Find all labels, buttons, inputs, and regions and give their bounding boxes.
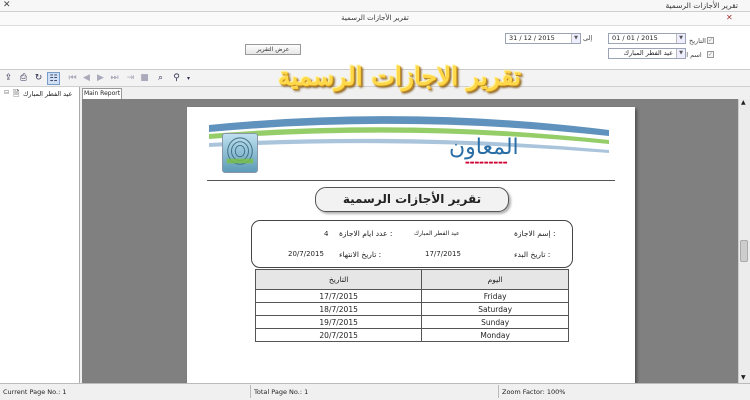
holiday-name-value: عيد الفطر المبارك [414, 230, 460, 237]
zoom-factor-status: Zoom Factor: 100% [502, 388, 566, 396]
current-page-status: Current Page No.: 1 [3, 388, 67, 396]
holiday-info-box: إسم الاجازة : عيد الفطر المبارك عدد ايام… [251, 220, 573, 268]
header-divider [207, 180, 615, 181]
window-titlebar: ✕ تقرير الأجازات الرسمية [0, 0, 750, 12]
report-subtitle-bar: تقرير الأجازات الرسمية ✕ [0, 12, 750, 26]
window-title: تقرير الأجازات الرسمية [665, 1, 738, 10]
cell-day: Monday [421, 328, 569, 342]
last-page-icon[interactable]: ⏭ [108, 72, 121, 85]
show-report-button[interactable]: عرض التقرير [245, 44, 301, 55]
table-row: 18/7/2015 Saturday [254, 302, 569, 316]
holiday-name-select[interactable]: عيد الفطر المبارك ▼ [608, 48, 686, 59]
stop-icon[interactable]: ■ [138, 72, 151, 85]
first-page-icon[interactable]: ⏮ [66, 72, 79, 85]
refresh-icon[interactable]: ↻ [32, 72, 45, 85]
prev-page-icon[interactable]: ◀ [80, 72, 93, 85]
to-label: إلى [583, 34, 593, 42]
date-checkbox[interactable]: ✓ [707, 37, 714, 44]
start-date-label: تاريخ البدء : [514, 250, 551, 259]
report-page: المعاون ▬▬▬▬▬▬▬▬▬ تقرير الأجازات الرسمية… [187, 107, 635, 383]
column-header-date: التاريخ [254, 269, 423, 290]
search-icon[interactable]: ⌕ [154, 72, 167, 85]
header-swoosh [209, 116, 609, 153]
tree-item-holiday[interactable]: عيد الفطر المبارك [23, 90, 72, 98]
dropdown-icon[interactable]: ▾ [182, 72, 195, 85]
close-icon[interactable]: ✕ [726, 13, 733, 22]
date-label: التاريخ [689, 37, 706, 45]
status-separator [250, 385, 251, 398]
end-date-value: 20/7/2015 [288, 250, 324, 258]
to-date-field[interactable]: 31 / 12 / 2015 ▼ [505, 33, 581, 44]
days-count-label: عدد ايام الاجازة : [339, 229, 393, 238]
calendar-icon[interactable]: ▼ [571, 34, 580, 43]
table-row: 17/7/2015 Friday [254, 289, 569, 303]
report-subtitle: تقرير الأجازات الرسمية [341, 14, 409, 22]
report-title: تقرير الأجازات الرسمية [315, 187, 509, 212]
days-count-value: 4 [324, 230, 329, 238]
goto-icon[interactable]: ⇥ [124, 72, 137, 85]
scroll-up-icon[interactable]: ▲ [741, 99, 746, 106]
holiday-name-checkbox[interactable]: ✓ [707, 51, 714, 58]
cell-date: 19/7/2015 [254, 315, 423, 329]
print-icon[interactable]: ⎙ [17, 72, 30, 85]
cell-date: 20/7/2015 [254, 328, 423, 342]
cell-day: Friday [421, 289, 569, 303]
table-row: 20/7/2015 Monday [254, 328, 569, 342]
column-header-day: اليوم [421, 269, 569, 290]
fingerprint-logo [222, 133, 258, 173]
from-date-field[interactable]: 01 / 01 / 2015 ▼ [608, 33, 686, 44]
calendar-icon[interactable]: ▼ [676, 34, 685, 43]
tree-expander[interactable]: ⊟ [4, 89, 9, 96]
brand-name: المعاون [449, 135, 519, 160]
status-bar: Current Page No.: 1 Total Page No.: 1 Zo… [0, 383, 750, 400]
end-date-label: تاريخ الانتهاء : [339, 250, 382, 259]
table-header-row: التاريخ اليوم [254, 269, 569, 290]
scroll-down-icon[interactable]: ▼ [741, 374, 746, 381]
group-tree-icon[interactable]: ☷ [47, 72, 60, 85]
document-icon: 🗎 [13, 89, 20, 98]
holiday-name-label: إسم الاجازة : [514, 229, 556, 238]
group-tree-pane: ⊟ 🗎 عيد الفطر المبارك [0, 87, 80, 383]
export-icon[interactable]: ⇪ [2, 72, 15, 85]
cell-day: Sunday [421, 315, 569, 329]
brand-tagline-mark: ▬▬▬▬▬▬▬▬▬ [465, 160, 508, 166]
scrollbar-thumb[interactable] [740, 240, 748, 262]
status-separator [498, 385, 499, 398]
overlay-banner-title: تقرير الاجازات الرسمية [278, 62, 522, 91]
close-icon[interactable]: ✕ [3, 0, 11, 10]
tab-main-report[interactable]: Main Report [82, 88, 122, 99]
total-page-status: Total Page No.: 1 [254, 388, 309, 396]
cell-date: 18/7/2015 [254, 302, 423, 316]
holiday-days-table: التاريخ اليوم 17/7/2015 Friday 18/7/2015… [254, 269, 569, 342]
cell-day: Saturday [421, 302, 569, 316]
cell-date: 17/7/2015 [254, 289, 423, 303]
table-row: 19/7/2015 Sunday [254, 315, 569, 329]
dropdown-icon[interactable]: ▼ [676, 49, 685, 58]
next-page-icon[interactable]: ▶ [94, 72, 107, 85]
start-date-value: 17/7/2015 [425, 250, 461, 258]
